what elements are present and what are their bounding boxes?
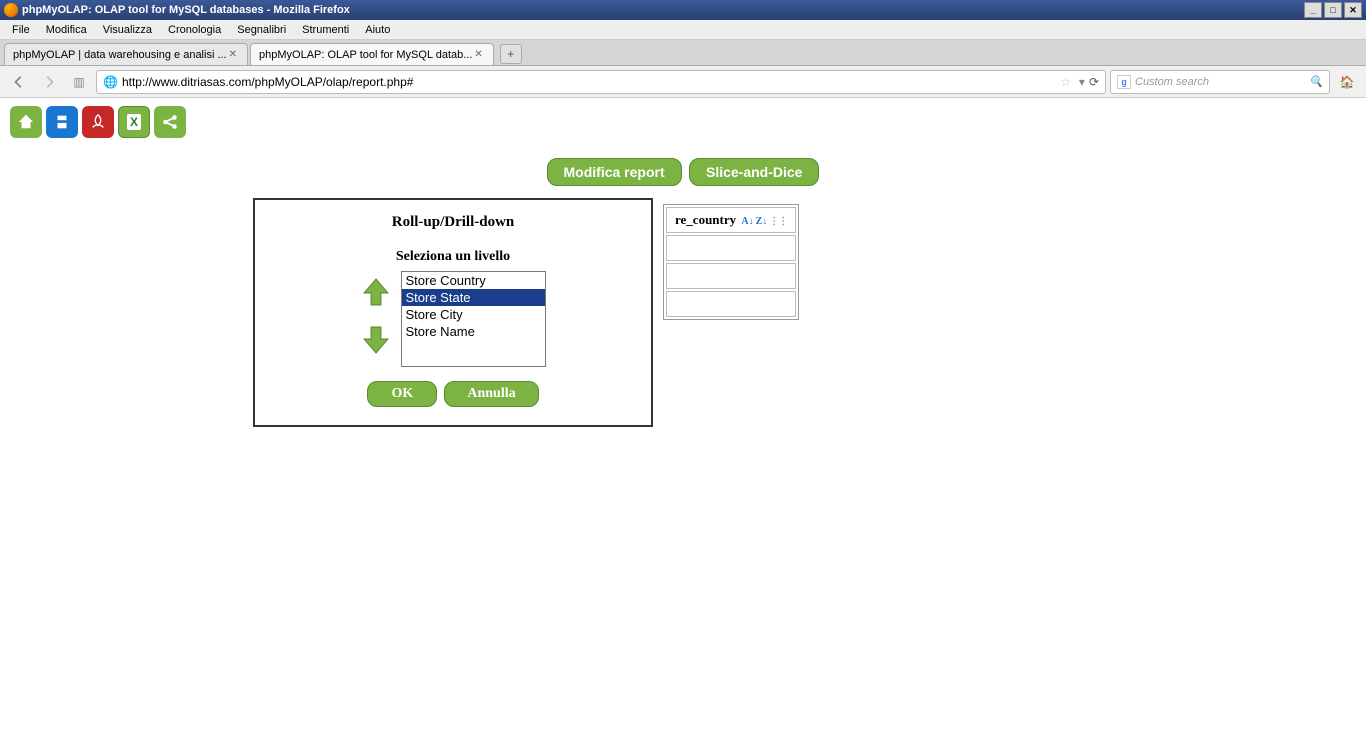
minimize-button[interactable]: _ xyxy=(1304,2,1322,18)
url-bar[interactable]: 🌐 http://www.ditriasas.com/phpMyOLAP/ola… xyxy=(96,70,1106,94)
level-row: Store Country Store State Store City Sto… xyxy=(273,271,633,367)
level-option-3[interactable]: Store Name xyxy=(402,323,545,340)
tab-label: phpMyOLAP: OLAP tool for MySQL datab... xyxy=(259,49,472,61)
sort-icons[interactable]: A↓ Z↓ ⋮⋮ xyxy=(741,216,787,227)
content: Modifica report Slice-and-Dice re_countr… xyxy=(0,146,1366,198)
url-text: http://www.ditriasas.com/phpMyOLAP/olap/… xyxy=(122,75,1056,89)
tab-label: phpMyOLAP | data warehousing e analisi .… xyxy=(13,49,227,61)
pdf-icon xyxy=(89,113,107,131)
table-header-cell[interactable]: re_country A↓ Z↓ ⋮⋮ xyxy=(666,207,796,233)
stats-button[interactable]: ▥ xyxy=(66,70,92,94)
dialog-buttons: OK Annulla xyxy=(273,381,633,407)
globe-icon: 🌐 xyxy=(103,75,118,89)
menu-edit[interactable]: Modifica xyxy=(38,22,95,38)
tool-excel-button[interactable]: X xyxy=(118,106,150,138)
menu-tools[interactable]: Strumenti xyxy=(294,22,357,38)
window-controls: _ □ ✕ xyxy=(1304,2,1362,18)
tabstrip: phpMyOLAP | data warehousing e analisi .… xyxy=(0,40,1366,66)
cancel-button[interactable]: Annulla xyxy=(444,381,538,407)
level-option-2[interactable]: Store City xyxy=(402,306,545,323)
dropdown-icon[interactable]: ▾ xyxy=(1079,75,1085,89)
tab-1[interactable]: phpMyOLAP: OLAP tool for MySQL datab... … xyxy=(250,43,494,65)
table-cell xyxy=(666,291,796,317)
home-button[interactable]: 🏠 xyxy=(1334,70,1360,94)
menu-help[interactable]: Aiuto xyxy=(357,22,398,38)
slice-dice-button[interactable]: Slice-and-Dice xyxy=(689,158,819,186)
drill-down-button[interactable] xyxy=(361,325,391,359)
background-table: re_country A↓ Z↓ ⋮⋮ xyxy=(663,204,799,320)
tab-close-icon[interactable]: ✕ xyxy=(472,49,484,60)
menu-view[interactable]: Visualizza xyxy=(95,22,160,38)
table-cell xyxy=(666,263,796,289)
google-icon: g xyxy=(1117,75,1131,89)
reload-icon[interactable]: ⟳ xyxy=(1089,75,1099,89)
forward-button[interactable] xyxy=(36,70,62,94)
sort-desc-icon[interactable]: Z↓ xyxy=(756,216,768,227)
close-button[interactable]: ✕ xyxy=(1344,2,1362,18)
window-titlebar: phpMyOLAP: OLAP tool for MySQL databases… xyxy=(0,0,1366,20)
menu-file[interactable]: File xyxy=(4,22,38,38)
dialog-title: Roll-up/Drill-down xyxy=(273,214,633,231)
back-icon xyxy=(12,75,26,89)
bookmark-star-icon[interactable]: ☆ xyxy=(1060,75,1071,89)
more-icon[interactable]: ⋮⋮ xyxy=(769,216,787,227)
menu-bookmarks[interactable]: Segnalibri xyxy=(229,22,294,38)
firefox-icon xyxy=(4,3,18,17)
search-placeholder: Custom search xyxy=(1135,76,1209,88)
level-option-0[interactable]: Store Country xyxy=(402,272,545,289)
level-select[interactable]: Store Country Store State Store City Sto… xyxy=(401,271,546,367)
home-icon xyxy=(17,113,35,131)
tool-pdf-button[interactable] xyxy=(82,106,114,138)
tool-save-button[interactable] xyxy=(46,106,78,138)
menu-history[interactable]: Cronologia xyxy=(160,22,229,38)
menubar: File Modifica Visualizza Cronologia Segn… xyxy=(0,20,1366,40)
dialog-select-label: Seleziona un livello xyxy=(273,249,633,265)
level-option-1[interactable]: Store State xyxy=(402,289,545,306)
arrow-controls xyxy=(361,271,391,359)
search-icon[interactable]: 🔍 xyxy=(1309,75,1323,88)
roll-up-button[interactable] xyxy=(361,277,391,311)
arrow-up-icon xyxy=(361,277,391,307)
tab-close-icon[interactable]: ✕ xyxy=(227,49,239,60)
excel-icon: X xyxy=(127,114,141,130)
search-bar[interactable]: g Custom search 🔍 xyxy=(1110,70,1330,94)
tool-share-button[interactable] xyxy=(154,106,186,138)
maximize-button[interactable]: □ xyxy=(1324,2,1342,18)
arrow-down-icon xyxy=(361,325,391,355)
window-title: phpMyOLAP: OLAP tool for MySQL databases… xyxy=(22,4,1304,16)
action-buttons: Modifica report Slice-and-Dice xyxy=(0,146,1366,198)
tab-0[interactable]: phpMyOLAP | data warehousing e analisi .… xyxy=(4,43,248,65)
forward-icon xyxy=(42,75,56,89)
tool-home-button[interactable] xyxy=(10,106,42,138)
navbar: ▥ 🌐 http://www.ditriasas.com/phpMyOLAP/o… xyxy=(0,66,1366,98)
floppy-icon xyxy=(53,113,71,131)
rollup-dialog: Roll-up/Drill-down Seleziona un livello … xyxy=(253,198,653,427)
back-button[interactable] xyxy=(6,70,32,94)
sort-asc-icon[interactable]: A↓ xyxy=(741,216,753,227)
share-icon xyxy=(161,113,179,131)
table-cell xyxy=(666,235,796,261)
ok-button[interactable]: OK xyxy=(367,381,437,407)
app-toolbar: X xyxy=(0,98,1366,146)
new-tab-button[interactable]: + xyxy=(500,44,522,64)
modify-report-button[interactable]: Modifica report xyxy=(547,158,682,186)
